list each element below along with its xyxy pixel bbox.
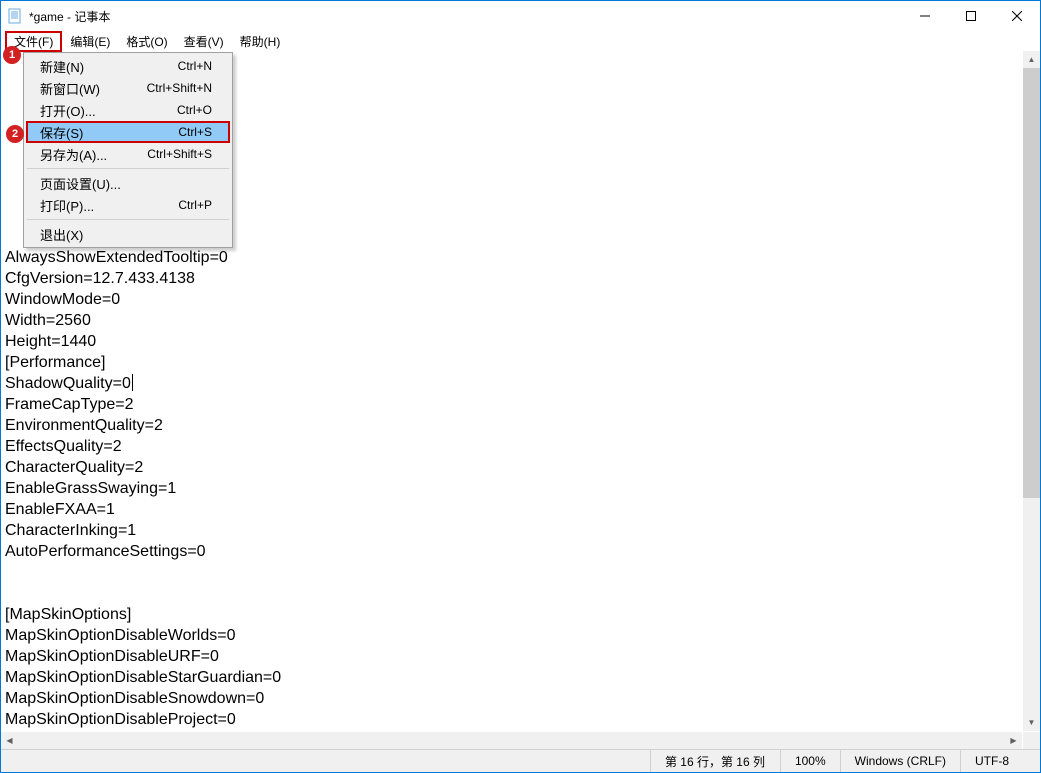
menu-edit[interactable]: 编辑(E) [62,32,118,51]
menu-item-label: 页面设置(U)... [40,174,121,193]
menubar: 文件(F) 编辑(E) 格式(O) 查看(V) 帮助(H) [1,31,1040,51]
menu-item-shortcut: Ctrl+S [178,125,212,139]
menu-item-label: 打印(P)... [40,196,94,215]
menu-item-shortcut: Ctrl+N [178,59,212,73]
status-line-ending: Windows (CRLF) [840,750,960,772]
menu-item-new-window[interactable]: 新窗口(W) Ctrl+Shift+N [26,77,230,99]
menu-item-print[interactable]: 打印(P)... Ctrl+P [26,194,230,216]
menu-separator [27,219,229,220]
scroll-right-arrow-icon[interactable]: ▶ [1005,732,1022,749]
statusbar: 第 16 行，第 16 列 100% Windows (CRLF) UTF-8 [1,749,1040,772]
status-zoom: 100% [780,750,840,772]
menu-item-label: 新建(N) [40,57,84,76]
window-title: *game - 记事本 [29,8,110,25]
scroll-track[interactable] [1023,68,1040,714]
status-encoding: UTF-8 [960,750,1040,772]
scroll-thumb[interactable] [1023,68,1040,498]
menu-item-label: 保存(S) [40,123,83,142]
menu-item-open[interactable]: 打开(O)... Ctrl+O [26,99,230,121]
menu-view[interactable]: 查看(V) [176,32,232,51]
menu-item-shortcut: Ctrl+O [177,103,212,117]
scroll-down-arrow-icon[interactable]: ▼ [1023,714,1040,731]
window-controls [902,1,1040,31]
menu-separator [27,168,229,169]
horizontal-scrollbar[interactable]: ◀ ▶ [1,732,1022,749]
menu-help[interactable]: 帮助(H) [232,32,289,51]
annotation-badge-2: 2 [6,125,24,143]
menu-item-label: 退出(X) [40,225,83,244]
menu-item-save-as[interactable]: 另存为(A)... Ctrl+Shift+S [26,143,230,165]
scroll-up-arrow-icon[interactable]: ▲ [1023,51,1040,68]
notepad-window: *game - 记事本 文件(F) 编辑(E) 格式(O) 查看(V) 帮助(H… [0,0,1041,773]
menu-item-label: 打开(O)... [40,101,96,120]
status-cursor-pos: 第 16 行，第 16 列 [650,750,780,772]
close-button[interactable] [994,1,1040,31]
scroll-left-arrow-icon[interactable]: ◀ [1,732,18,749]
menu-item-shortcut: Ctrl+P [178,198,212,212]
menu-item-save[interactable]: 保存(S) Ctrl+S [26,121,230,143]
menu-item-label: 新窗口(W) [40,79,100,98]
file-menu-dropdown: 新建(N) Ctrl+N 新窗口(W) Ctrl+Shift+N 打开(O)..… [23,52,233,248]
scrollbar-corner [1023,732,1040,749]
menu-format[interactable]: 格式(O) [118,32,175,51]
notepad-icon [7,8,23,24]
menu-item-exit[interactable]: 退出(X) [26,223,230,245]
titlebar: *game - 记事本 [1,1,1040,31]
menu-item-shortcut: Ctrl+Shift+N [147,81,212,95]
maximize-button[interactable] [948,1,994,31]
annotation-badge-1: 1 [3,46,21,64]
menu-item-new[interactable]: 新建(N) Ctrl+N [26,55,230,77]
menu-item-page-setup[interactable]: 页面设置(U)... [26,172,230,194]
menu-item-label: 另存为(A)... [40,145,107,164]
menu-item-shortcut: Ctrl+Shift+S [147,147,212,161]
minimize-button[interactable] [902,1,948,31]
vertical-scrollbar[interactable]: ▲ ▼ [1023,51,1040,731]
